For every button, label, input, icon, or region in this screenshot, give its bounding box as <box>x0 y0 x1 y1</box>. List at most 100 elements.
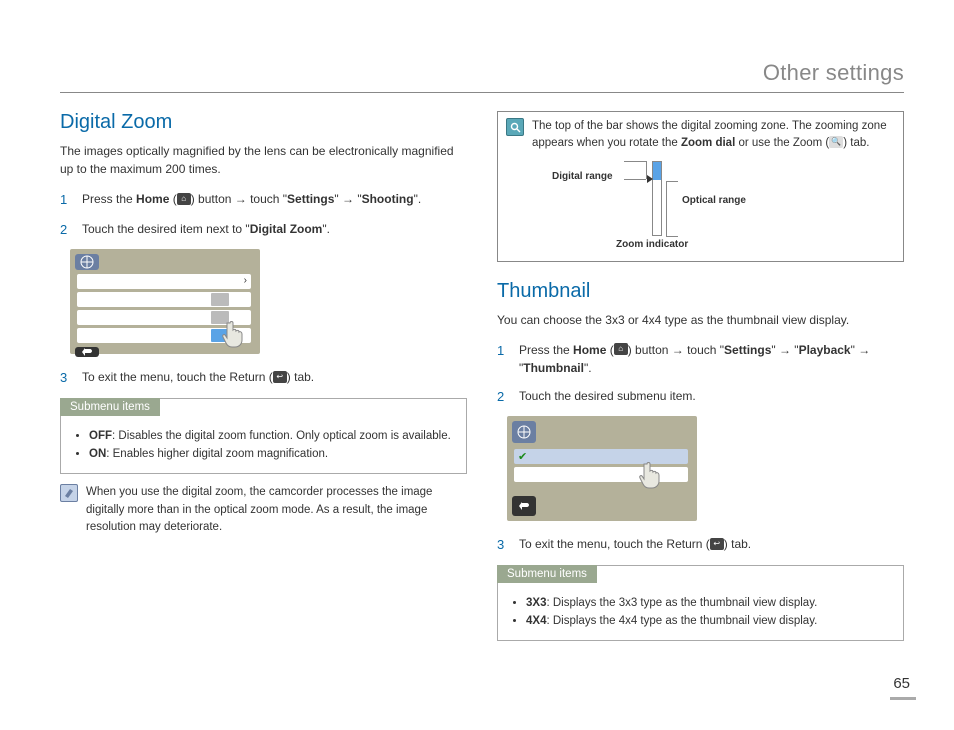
step-1: 1 Press the Home (⌂) button → touch "Set… <box>497 341 904 377</box>
zoom-indicator-bar <box>652 161 662 236</box>
info-top: The top of the bar shows the digital zoo… <box>506 118 895 153</box>
note-text: When you use the digital zoom, the camco… <box>86 484 467 536</box>
home-icon: ⌂ <box>177 193 191 205</box>
t: : Displays the 3x3 type as the thumbnail… <box>546 597 817 609</box>
menu-row: › <box>77 274 251 289</box>
bracket <box>646 161 647 179</box>
t: or use the Zoom ( <box>735 137 829 149</box>
digital-zoom-menu-mock: › <box>70 249 260 354</box>
bracket <box>666 181 667 236</box>
submenu-label: Submenu items <box>60 398 160 416</box>
t: Press the <box>82 192 136 206</box>
thumbnail-label: Thumbnail <box>523 361 584 375</box>
touch-hand-icon <box>633 454 669 493</box>
return-icon <box>512 496 536 516</box>
two-column-layout: Digital Zoom The images optically magnif… <box>60 111 904 651</box>
header-divider <box>60 92 904 93</box>
submenu-item-off: OFF: Disables the digital zoom function.… <box>89 427 456 445</box>
step-number: 1 <box>60 190 72 210</box>
submenu-item-on: ON: Enables higher digital zoom magnific… <box>89 445 456 463</box>
zoom-tab-icon: 🔍 <box>829 136 843 148</box>
touch-hand-icon <box>216 313 252 352</box>
submenu-item-3x3: 3X3: Displays the 3x3 type as the thumbn… <box>526 594 893 612</box>
bracket <box>624 179 646 180</box>
home-label: Home <box>136 192 169 206</box>
step-1: 1 Press the Home (⌂) button → touch "Set… <box>60 190 467 210</box>
t: touch " <box>250 192 287 206</box>
t: : Displays the 4x4 type as the thumbnail… <box>546 615 817 627</box>
t: ". <box>414 192 422 206</box>
step-number: 3 <box>497 535 509 555</box>
home-icon: ⌂ <box>614 343 628 355</box>
t: Press the <box>519 343 573 357</box>
digital-zoom-fill <box>653 162 661 180</box>
thumbnail-intro: You can choose the 3x3 or 4x4 type as th… <box>497 311 904 329</box>
check-icon: ✔ <box>518 450 527 463</box>
step-number: 2 <box>497 387 509 407</box>
zoom-dial-label: Zoom dial <box>681 137 735 149</box>
zoom-indicator-label: Zoom indicator <box>616 239 688 250</box>
thumbnail-heading: Thumbnail <box>497 280 904 303</box>
zoom-info-box: The top of the bar shows the digital zoo… <box>497 111 904 262</box>
t: 4X4 <box>526 615 546 627</box>
globe-icon <box>512 421 536 443</box>
submenu-item-4x4: 4X4: Displays the 4x4 type as the thumbn… <box>526 612 893 630</box>
return-tab-icon: ↩ <box>710 538 724 550</box>
right-column: The top of the bar shows the digital zoo… <box>497 111 904 651</box>
left-column: Digital Zoom The images optically magnif… <box>60 111 467 651</box>
step-2: 2 Touch the desired submenu item. <box>497 387 904 407</box>
step-2: 2 Touch the desired item next to "Digita… <box>60 220 467 240</box>
t: ( <box>606 343 613 357</box>
step-3: 3 To exit the menu, touch the Return (↩)… <box>497 535 904 555</box>
home-label: Home <box>573 343 606 357</box>
digital-zoom-intro: The images optically magnified by the le… <box>60 142 467 178</box>
t: ". <box>322 222 330 236</box>
step-number: 2 <box>60 220 72 240</box>
zoom-cursor-icon <box>647 175 653 183</box>
submenu-items-box: Submenu items 3X3: Displays the 3x3 type… <box>497 565 904 642</box>
thumbnail-menu-mock: ✔ <box>507 416 697 521</box>
t: " → " <box>771 343 798 357</box>
note: When you use the digital zoom, the camco… <box>60 484 467 536</box>
t: ) button → <box>191 192 250 206</box>
step-1-text: Press the Home (⌂) button → touch "Setti… <box>519 341 904 377</box>
submenu-items-box: Submenu items OFF: Disables the digital … <box>60 398 467 475</box>
shooting-label: Shooting <box>362 192 414 206</box>
step-2-text: Touch the desired item next to "Digital … <box>82 220 467 238</box>
submenu-label: Submenu items <box>497 565 597 583</box>
t: ) tab. <box>287 370 314 384</box>
step-3-text: To exit the menu, touch the Return (↩) t… <box>519 535 904 553</box>
t: Touch the desired item next to " <box>82 222 250 236</box>
slider-knob <box>211 293 229 306</box>
chevron-right-icon: › <box>244 275 247 286</box>
bracket <box>624 161 646 162</box>
t: ) button → touch " <box>628 343 724 357</box>
t: " → " <box>334 192 361 206</box>
settings-label: Settings <box>287 192 334 206</box>
digital-zoom-label: Digital Zoom <box>250 222 323 236</box>
step-1-text: Press the Home (⌂) button → touch "Setti… <box>82 190 467 208</box>
step-2-text: Touch the desired submenu item. <box>519 387 904 405</box>
t: To exit the menu, touch the Return ( <box>82 370 273 384</box>
t: OFF <box>89 430 112 442</box>
t: To exit the menu, touch the Return ( <box>519 537 710 551</box>
bracket <box>666 236 678 237</box>
t: ". <box>584 361 592 375</box>
step-number: 1 <box>497 341 509 361</box>
magnify-icon <box>506 118 524 136</box>
page-number: 65 <box>893 675 910 692</box>
t: : Enables higher digital zoom magnificat… <box>106 448 328 460</box>
globe-icon <box>75 254 99 270</box>
info-text: The top of the bar shows the digital zoo… <box>532 118 895 153</box>
playback-label: Playback <box>799 343 851 357</box>
t: ( <box>169 192 176 206</box>
step-number: 3 <box>60 368 72 388</box>
digital-range-label: Digital range <box>552 171 613 182</box>
step-3-text: To exit the menu, touch the Return (↩) t… <box>82 368 467 386</box>
return-icon <box>75 347 99 357</box>
t: : Disables the digital zoom function. On… <box>112 430 451 442</box>
bracket <box>666 181 678 182</box>
return-tab-icon: ↩ <box>273 371 287 383</box>
t: ) tab. <box>724 537 751 551</box>
t: 3X3 <box>526 597 546 609</box>
